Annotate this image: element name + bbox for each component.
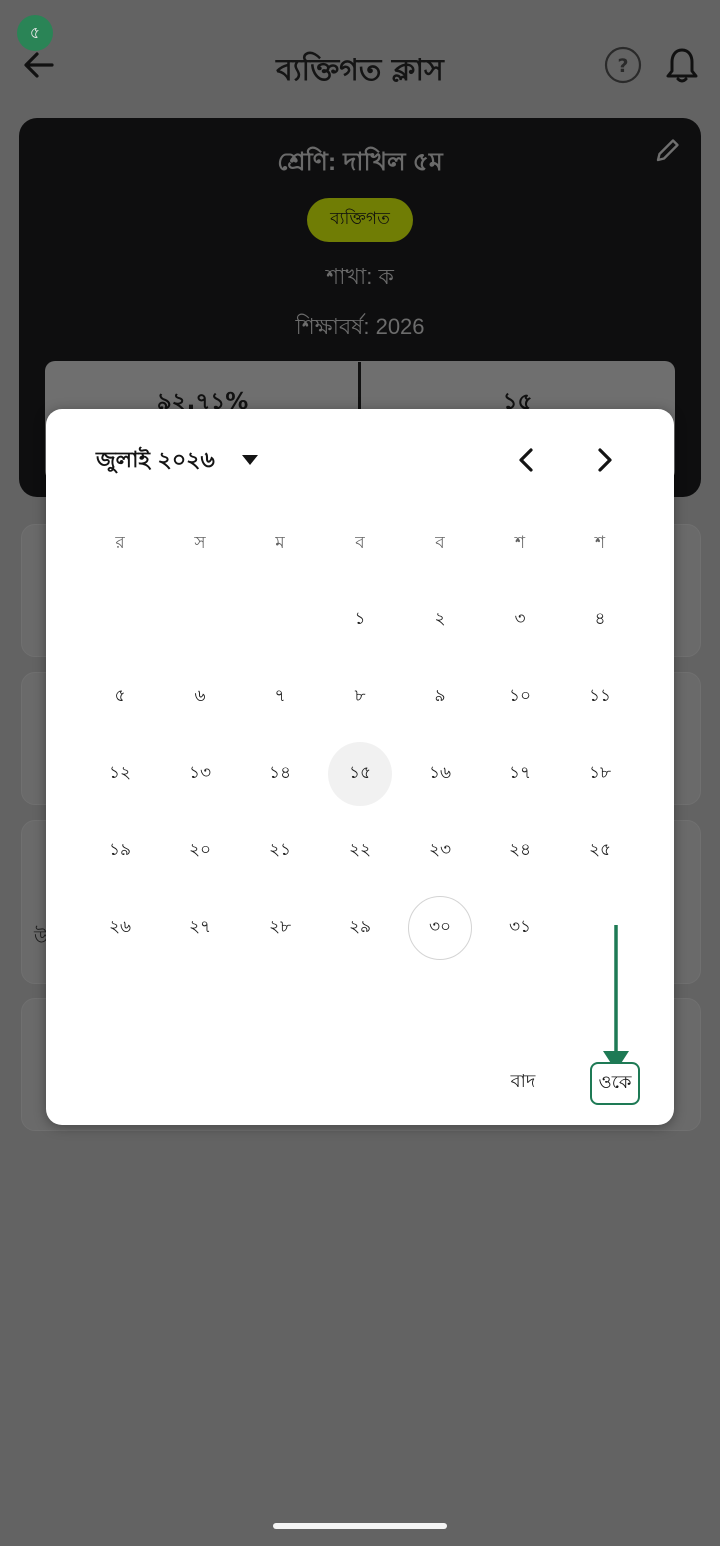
calendar-day[interactable]: ২২ <box>328 819 392 883</box>
class-name: শ্রেণি: দাখিল ৫ম <box>277 148 443 176</box>
calendar-day[interactable]: ৬ <box>168 665 232 729</box>
weekday-label: শ <box>594 533 606 553</box>
notification-bell-icon[interactable] <box>665 46 699 84</box>
annotation-arrow <box>603 925 629 1071</box>
weekday-label: স <box>194 533 206 553</box>
svg-text:?: ? <box>617 55 628 77</box>
calendar-day-today[interactable]: ৩০ <box>408 896 472 960</box>
calendar-day[interactable]: ১৯ <box>88 819 152 883</box>
calendar-day[interactable]: ৩ <box>488 588 552 652</box>
calendar-day[interactable]: ২১ <box>248 819 312 883</box>
weekday-label: শ <box>514 533 526 553</box>
chevron-right-icon[interactable] <box>586 442 622 478</box>
section-label: শাখা: ক <box>326 264 394 289</box>
calendar-day[interactable]: ৯ <box>408 665 472 729</box>
calendar-day[interactable]: ১৮ <box>568 742 632 806</box>
calendar-day[interactable]: ১৩ <box>168 742 232 806</box>
help-icon[interactable]: ? <box>604 46 642 84</box>
weekday-label: ব <box>355 533 365 553</box>
calendar-day[interactable]: ৪ <box>568 588 632 652</box>
calendar-day[interactable]: ২৪ <box>488 819 552 883</box>
calendar-day[interactable]: ১৬ <box>408 742 472 806</box>
calendar-day[interactable]: ১ <box>328 588 392 652</box>
calendar-day[interactable]: ৩১ <box>488 896 552 960</box>
calendar-day[interactable]: ২৯ <box>328 896 392 960</box>
calendar-day[interactable]: ১৭ <box>488 742 552 806</box>
calendar-day[interactable]: ২৬ <box>88 896 152 960</box>
calendar-day[interactable]: ১১ <box>568 665 632 729</box>
calendar-day[interactable]: ৮ <box>328 665 392 729</box>
calendar-day[interactable]: ২৩ <box>408 819 472 883</box>
weekday-label: ব <box>435 533 445 553</box>
calendar-day[interactable]: ২৫ <box>568 819 632 883</box>
calendar-day[interactable]: ২ <box>408 588 472 652</box>
weekday-label: র <box>115 533 125 553</box>
calendar-day[interactable]: ১২ <box>88 742 152 806</box>
chevron-left-icon[interactable] <box>509 442 545 478</box>
calendar-day[interactable]: ৭ <box>248 665 312 729</box>
class-type-badge: ব্যক্তিগত <box>307 198 413 242</box>
ok-button[interactable]: ওকে <box>590 1062 640 1105</box>
home-indicator[interactable] <box>273 1523 447 1529</box>
calendar-day[interactable]: ২৮ <box>248 896 312 960</box>
cancel-button[interactable]: বাদ <box>492 1060 554 1104</box>
calendar-day[interactable]: ১০ <box>488 665 552 729</box>
calendar-day[interactable]: ৫ <box>88 665 152 729</box>
calendar-day[interactable]: ১৪ <box>248 742 312 806</box>
calendar-day-selected[interactable]: ১৫ <box>328 742 392 806</box>
calendar-day[interactable]: ২০ <box>168 819 232 883</box>
caret-down-icon[interactable] <box>240 454 260 466</box>
academic-year-label: শিক্ষাবর্ষ: 2026 <box>295 314 425 339</box>
month-year-label[interactable]: জুলাই ২০২৬ <box>96 443 215 480</box>
calendar-day[interactable]: ২৭ <box>168 896 232 960</box>
weekday-label: ম <box>275 533 285 553</box>
